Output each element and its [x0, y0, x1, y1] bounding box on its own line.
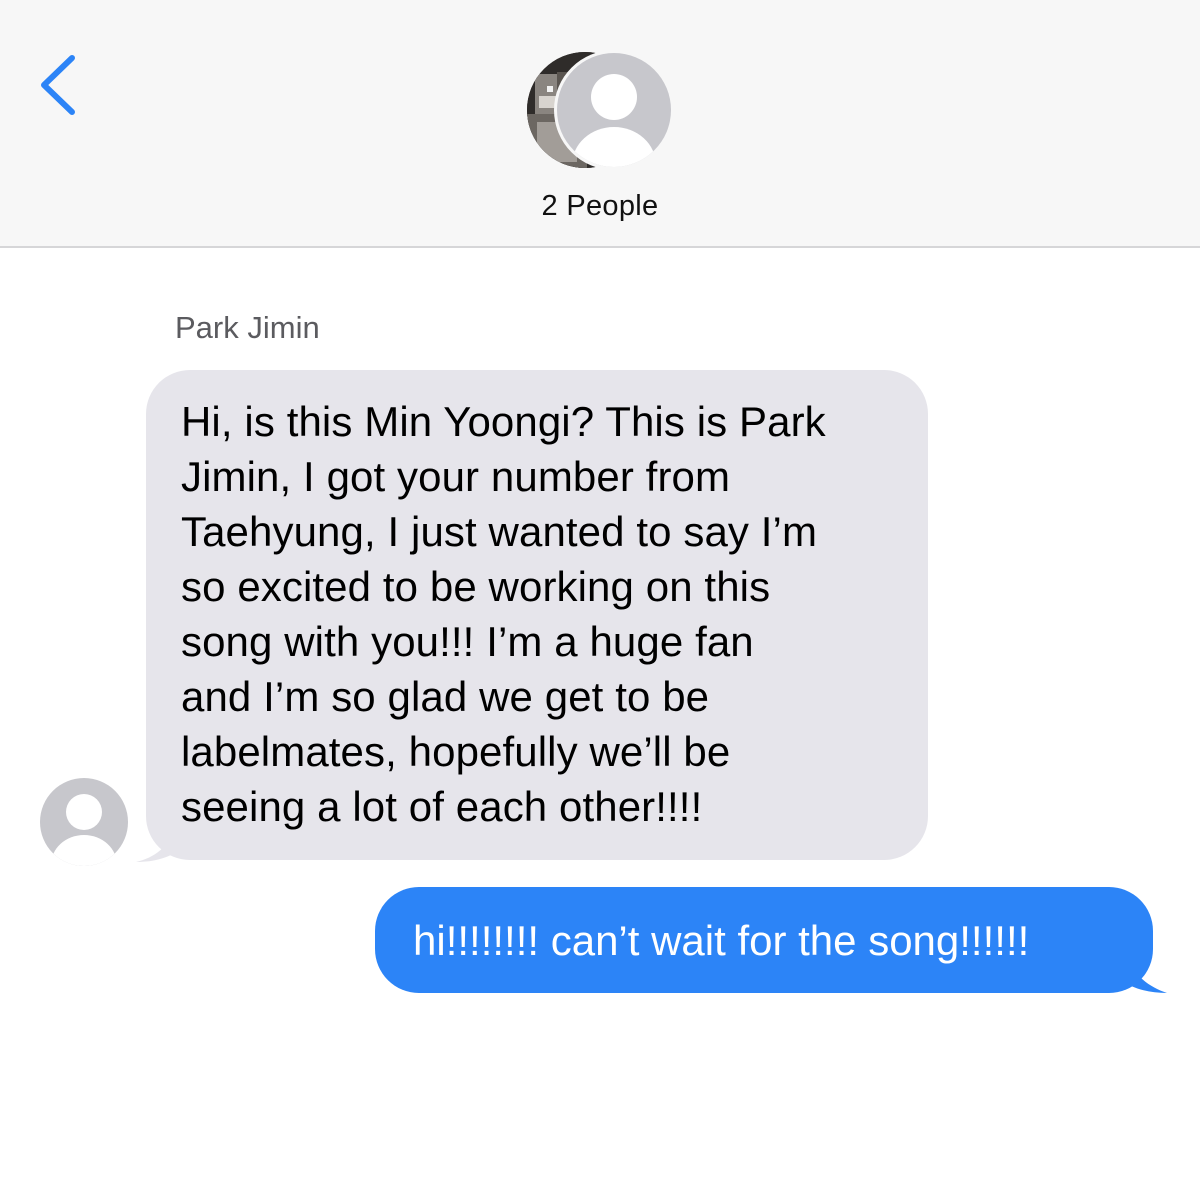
incoming-message[interactable]: Hi, is this Min Yoongi? This is Park Jim…: [132, 370, 932, 865]
message-bubble[interactable]: hi!!!!!!!! can’t wait for the song!!!!!!: [375, 887, 1153, 993]
default-avatar: [554, 50, 674, 170]
chevron-left-icon: [41, 55, 75, 115]
group-title[interactable]: 2 People: [0, 190, 1200, 223]
outgoing-message[interactable]: hi!!!!!!!! can’t wait for the song!!!!!!: [375, 887, 1170, 997]
message-bubble[interactable]: Hi, is this Min Yoongi? This is Park Jim…: [146, 370, 928, 860]
message-text: Hi, is this Min Yoongi? This is Park Jim…: [181, 398, 826, 830]
group-avatar[interactable]: [527, 50, 677, 172]
sender-name: Park Jimin: [175, 310, 320, 345]
default-person-icon: [557, 53, 671, 167]
back-button[interactable]: [30, 50, 90, 120]
sender-avatar[interactable]: [40, 778, 128, 866]
message-text: hi!!!!!!!! can’t wait for the song!!!!!!: [413, 917, 1030, 964]
default-person-icon: [40, 778, 128, 866]
conversation-header: 2 People: [0, 0, 1200, 248]
